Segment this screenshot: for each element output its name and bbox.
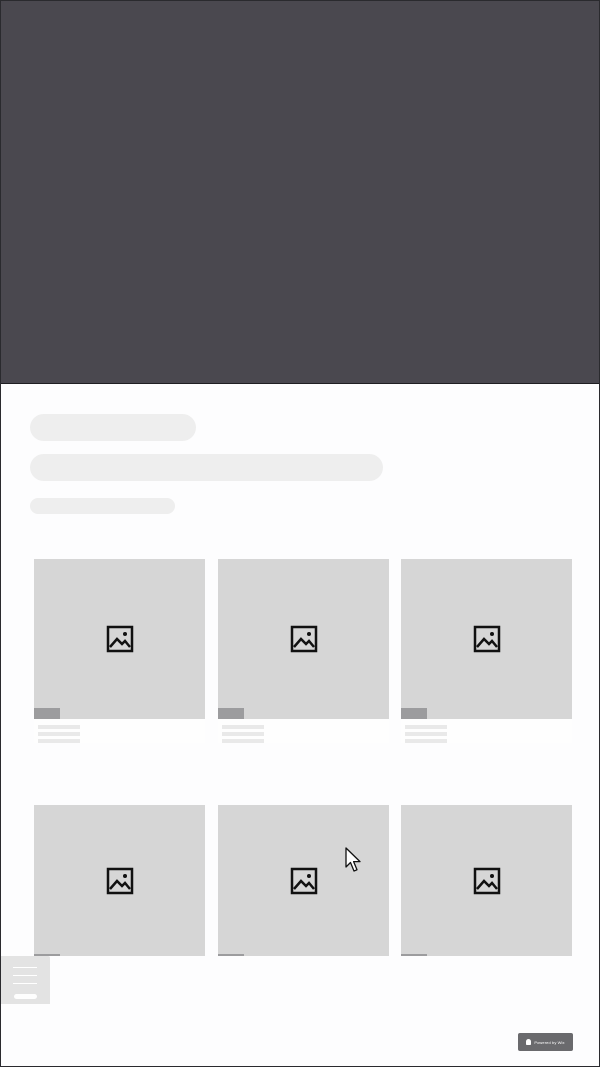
image-placeholder-icon	[106, 867, 133, 894]
card-tag	[218, 708, 244, 719]
card-tag	[401, 708, 427, 719]
card-text-skeleton	[218, 719, 389, 743]
gallery-card[interactable]	[401, 559, 572, 746]
gallery-card[interactable]	[34, 805, 205, 956]
badge-text: Powered by Wix	[534, 1039, 565, 1045]
hero-media-placeholder	[1, 1, 599, 384]
title-skeleton	[30, 414, 196, 441]
card-text-skeleton	[401, 719, 572, 743]
gallery-card[interactable]	[401, 805, 572, 956]
shield-icon	[526, 1039, 532, 1045]
mouse-pointer-icon	[345, 847, 361, 872]
card-thumbnail[interactable]	[401, 805, 572, 956]
gallery-card[interactable]	[218, 805, 389, 956]
image-placeholder-icon	[290, 867, 317, 894]
card-text-skeleton	[34, 719, 205, 743]
image-placeholder-icon	[106, 625, 133, 653]
gallery-card[interactable]	[218, 559, 389, 746]
card-thumbnail[interactable]	[34, 805, 205, 956]
menu-label-skeleton	[14, 994, 37, 999]
image-placeholder-icon	[473, 625, 500, 653]
card-thumbnail[interactable]	[401, 559, 572, 719]
card-tag	[218, 954, 244, 956]
card-thumbnail[interactable]	[218, 559, 389, 719]
card-tag	[34, 708, 60, 719]
menu-button[interactable]	[1, 956, 50, 1004]
meta-skeleton	[30, 498, 175, 514]
image-placeholder-icon	[290, 625, 317, 653]
image-placeholder-icon	[473, 867, 500, 894]
powered-by-badge[interactable]: Powered by Wix	[518, 1033, 573, 1051]
subtitle-skeleton	[30, 454, 383, 481]
gallery-card[interactable]	[34, 559, 205, 746]
card-thumbnail[interactable]	[218, 805, 389, 956]
card-tag	[401, 954, 427, 956]
card-thumbnail[interactable]	[34, 559, 205, 719]
page-frame: Powered by Wix	[0, 0, 600, 1067]
